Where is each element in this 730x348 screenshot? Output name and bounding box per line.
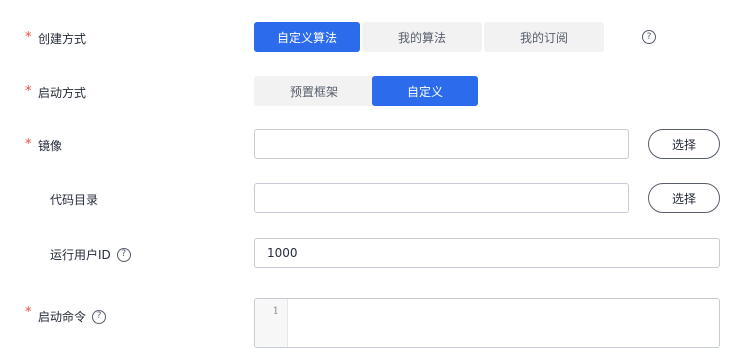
boot-mode-option-preset-framework[interactable]: 预置框架 bbox=[254, 76, 374, 106]
image-row: * 镜像 选择 bbox=[0, 129, 730, 159]
code-dir-select-button[interactable]: 选择 bbox=[648, 183, 720, 213]
run-user-id-input[interactable]: 1000 bbox=[254, 238, 720, 268]
required-mark: * bbox=[25, 137, 32, 152]
run-user-id-row: 运行用户ID ? 1000 bbox=[0, 238, 730, 268]
boot-command-label-group: 启动命令 ? bbox=[38, 308, 107, 325]
create-mode-label: 创建方式 bbox=[38, 32, 87, 46]
boot-mode-row: * 启动方式 预置框架 自定义 bbox=[0, 76, 730, 106]
create-mode-option-my-subscription[interactable]: 我的订阅 bbox=[484, 22, 604, 52]
required-mark: * bbox=[25, 305, 32, 320]
image-select-button[interactable]: 选择 bbox=[648, 129, 720, 159]
image-label: 镜像 bbox=[38, 139, 63, 153]
create-mode-option-my-algorithm[interactable]: 我的算法 bbox=[362, 22, 482, 52]
boot-command-label: 启动命令 bbox=[38, 310, 87, 324]
code-dir-input[interactable] bbox=[254, 183, 629, 213]
boot-command-editor[interactable]: 1 bbox=[254, 298, 720, 348]
question-circle-icon[interactable]: ? bbox=[116, 247, 131, 262]
run-user-id-value: 1000 bbox=[267, 246, 298, 260]
create-mode-row: * 创建方式 自定义算法 我的算法 我的订阅 ? bbox=[0, 22, 730, 52]
create-mode-option-custom-algorithm[interactable]: 自定义算法 bbox=[254, 22, 360, 52]
code-dir-row: 代码目录 选择 bbox=[0, 183, 730, 213]
question-circle-icon[interactable]: ? bbox=[92, 309, 107, 324]
code-dir-label: 代码目录 bbox=[50, 193, 99, 207]
boot-mode-option-custom[interactable]: 自定义 bbox=[372, 76, 478, 106]
required-mark: * bbox=[25, 84, 32, 99]
question-circle-icon[interactable]: ? bbox=[642, 30, 656, 44]
line-number: 1 bbox=[272, 306, 279, 317]
image-input[interactable] bbox=[254, 129, 629, 159]
boot-mode-segmented: 预置框架 自定义 bbox=[254, 76, 478, 106]
run-user-id-label-group: 运行用户ID ? bbox=[50, 246, 131, 263]
create-mode-segmented: 自定义算法 我的算法 我的订阅 bbox=[254, 22, 604, 52]
required-mark: * bbox=[25, 30, 32, 45]
run-user-id-label: 运行用户ID bbox=[50, 248, 111, 262]
boot-mode-label: 启动方式 bbox=[38, 86, 87, 100]
